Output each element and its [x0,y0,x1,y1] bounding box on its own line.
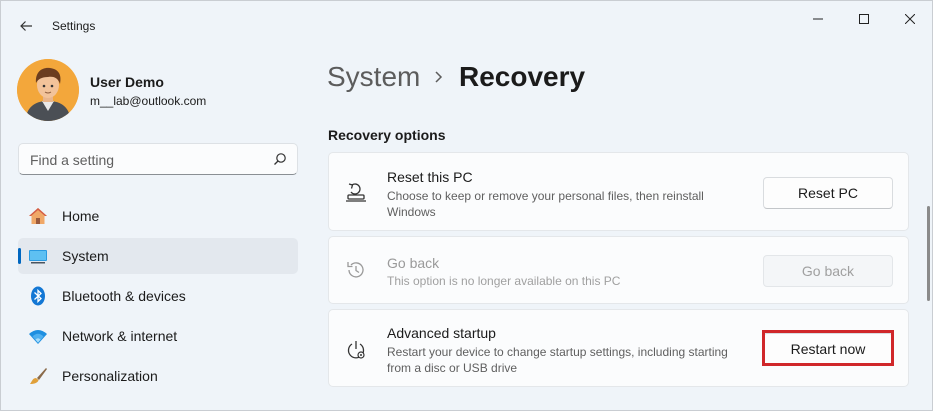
card-title: Reset this PC [387,169,473,185]
breadcrumb-system[interactable]: System [327,61,420,93]
chevron-right-icon [435,71,443,83]
section-title: Recovery options [328,127,446,143]
sidebar-item-system[interactable]: System [18,238,298,274]
sidebar-item-personalization[interactable]: Personalization [18,358,298,394]
sidebar-item-label: Personalization [62,368,158,384]
history-icon [347,262,364,278]
minimize-button[interactable] [795,5,841,33]
back-arrow-icon [20,21,32,31]
wifi-icon [29,330,47,344]
advanced-startup-icon [347,341,365,359]
user-avatar-icon [17,59,79,121]
card-description: Choose to keep or remove your personal f… [387,189,704,219]
card-reset-pc: Reset this PC Choose to keep or remove y… [328,152,909,231]
minimize-icon [813,18,823,20]
card-description: This option is no longer available on th… [387,274,621,288]
card-title: Advanced startup [387,325,496,341]
search-placeholder: Find a setting [30,152,115,168]
system-icon [29,250,47,264]
sidebar-item-label: Bluetooth & devices [62,288,186,304]
highlight-box [762,330,894,366]
user-name: User Demo [90,74,164,90]
card-description: Restart your device to change startup se… [387,345,728,375]
sidebar-item-bluetooth[interactable]: Bluetooth & devices [18,278,298,314]
sidebar-item-label: Home [62,208,100,224]
reset-pc-button[interactable]: Reset PC [763,177,893,209]
card-go-back: Go back This option is no longer availab… [328,236,909,304]
page-title: Recovery [459,61,586,92]
search-icon[interactable] [273,152,287,166]
home-icon [29,208,47,224]
maximize-icon [859,14,869,24]
settings-window: Settings User Demo m__lab@outlook.com Fi… [0,0,933,411]
close-icon [905,14,915,24]
search-input[interactable]: Find a setting [18,143,298,175]
back-button[interactable] [11,11,41,41]
user-email: m__lab@outlook.com [90,94,207,108]
card-title: Go back [387,255,440,271]
brush-icon [30,368,47,384]
sidebar-item-network[interactable]: Network & internet [18,318,298,354]
reset-pc-icon [346,183,366,202]
sidebar-item-home[interactable]: Home [18,198,298,234]
close-button[interactable] [887,5,933,33]
title-bar: Settings [1,1,932,49]
app-title: Settings [52,19,96,33]
bluetooth-icon [31,286,45,306]
maximize-button[interactable] [841,5,887,33]
active-indicator [18,248,21,264]
scrollbar[interactable] [927,206,930,301]
go-back-button: Go back [763,255,893,287]
sidebar-item-label: System [62,248,109,264]
avatar[interactable] [17,59,79,121]
sidebar-item-label: Network & internet [62,328,178,344]
